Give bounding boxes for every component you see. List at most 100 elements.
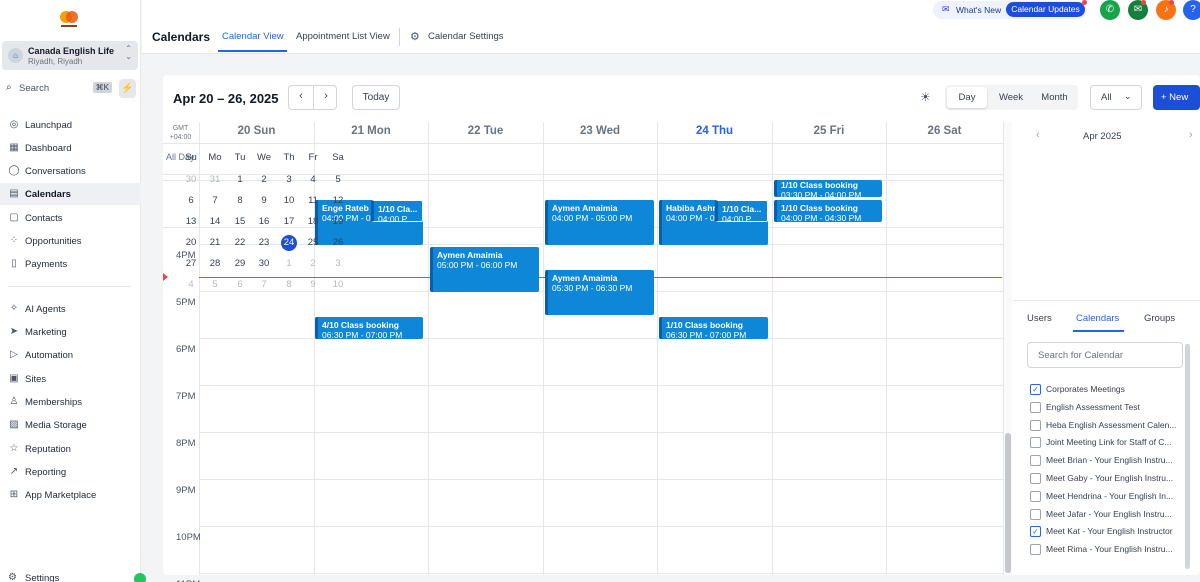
tab-calendar-view[interactable]: Calendar View xyxy=(222,31,284,42)
checkbox-checked-icon[interactable]: ✓ xyxy=(1030,526,1041,538)
calendar-list-item[interactable]: Meet Jafar - Your English Instru... xyxy=(1030,508,1188,522)
day-header-21-mon[interactable]: 21 Mon xyxy=(314,125,428,137)
day-header-20-sun[interactable]: 20 Sun xyxy=(199,125,314,137)
tab-appointment-list-view[interactable]: Appointment List View xyxy=(296,31,390,42)
account-switcher[interactable]: ⌂ Canada English Life Riyadh, Riyadh ⌃ ⌄ xyxy=(2,41,138,70)
mini-day[interactable]: 7 xyxy=(252,277,276,293)
grid-scrollbar-thumb[interactable] xyxy=(1005,433,1011,573)
mini-day[interactable]: 8 xyxy=(277,277,301,293)
day-header-22-tue[interactable]: 22 Tue xyxy=(428,125,543,137)
sidebar-item-marketing[interactable]: ➤ Marketing xyxy=(0,321,141,343)
mini-day[interactable]: 29 xyxy=(228,256,252,272)
tab-calendars[interactable]: Calendars xyxy=(1076,313,1119,324)
calendar-event[interactable]: Aymen Amaimia 05:00 PM - 06:00 PM xyxy=(430,247,539,292)
sidebar-item-dashboard[interactable]: ▦ Dashboard xyxy=(0,137,141,159)
mini-day-selected[interactable]: 24 xyxy=(277,235,301,251)
calendar-event[interactable]: 1/10 Class booking 06:30 PM - 07:00 PM xyxy=(659,317,768,339)
mini-day[interactable]: 22 xyxy=(228,235,252,251)
calendar-event[interactable]: 1/10 Cla... 04:00 P... xyxy=(371,200,423,222)
mini-day[interactable]: 5 xyxy=(203,277,227,293)
mini-day[interactable]: 2 xyxy=(252,172,276,188)
day-header-23-wed[interactable]: 23 Wed xyxy=(543,125,657,137)
mini-day[interactable]: 18 xyxy=(301,214,325,230)
calendar-list-item[interactable]: Heba English Assessment Calen... xyxy=(1030,419,1188,433)
mini-day[interactable]: 14 xyxy=(203,214,227,230)
checkbox-icon[interactable] xyxy=(1030,419,1041,431)
mini-day[interactable]: 26 xyxy=(326,235,350,251)
calendar-list-item[interactable]: Joint Meeting Link for Staff of C... xyxy=(1030,436,1188,450)
mini-day[interactable]: 9 xyxy=(301,277,325,293)
calendar-event[interactable]: 4/10 Class booking 06:30 PM - 07:00 PM xyxy=(315,317,423,339)
checkbox-icon[interactable] xyxy=(1030,490,1041,502)
mini-day[interactable]: 6 xyxy=(179,193,203,209)
mini-day[interactable]: 3 xyxy=(326,256,350,272)
mini-day[interactable]: 13 xyxy=(179,214,203,230)
checkbox-icon[interactable] xyxy=(1030,473,1041,484)
mini-day[interactable]: 7 xyxy=(203,193,227,209)
sidebar-item-ai-agents[interactable]: ✧ AI Agents xyxy=(0,298,141,320)
quick-action-bolt-icon[interactable]: ⚡ xyxy=(119,79,136,98)
calendar-event[interactable]: Aymen Amaimia 04:00 PM - 05:00 PM xyxy=(545,200,654,245)
calendar-event[interactable]: Aymen Amaimia 05:30 PM - 06:30 PM xyxy=(545,270,654,315)
mini-day[interactable]: 31 xyxy=(203,172,227,188)
sidebar-search[interactable]: ⌕ Search ⌘K xyxy=(2,79,112,98)
mini-day[interactable]: 1 xyxy=(277,256,301,272)
calendar-list-item[interactable]: ✓ Meet Kat - Your English Instructor xyxy=(1030,525,1188,539)
mini-day[interactable]: 10 xyxy=(277,193,301,209)
new-event-button[interactable]: + New xyxy=(1153,85,1200,110)
calendar-list-item[interactable]: ✓ Corporates Meetings xyxy=(1030,383,1188,397)
calendar-event[interactable]: 1/10 Cla... 04:00 P... xyxy=(715,200,768,222)
sidebar-item-media-storage[interactable]: ▨ Media Storage xyxy=(0,414,141,436)
checkbox-icon[interactable] xyxy=(1030,455,1041,467)
checkbox-icon[interactable] xyxy=(1030,401,1041,413)
mini-day[interactable]: 3 xyxy=(277,172,301,188)
sidebar-item-automation[interactable]: ▷ Automation xyxy=(0,344,141,366)
day-header-25-fri[interactable]: 25 Fri xyxy=(772,125,886,137)
mini-day[interactable]: 9 xyxy=(252,193,276,209)
mini-day[interactable]: 28 xyxy=(203,256,227,272)
mini-day[interactable]: 23 xyxy=(252,235,276,251)
mini-day[interactable]: 21 xyxy=(203,235,227,251)
sidebar-item-sites[interactable]: ▣ Sites xyxy=(0,368,141,390)
view-week-button[interactable]: Week xyxy=(990,87,1032,108)
mini-day[interactable]: 16 xyxy=(252,214,276,230)
mini-day[interactable]: 17 xyxy=(277,214,301,230)
tab-calendar-settings[interactable]: Calendar Settings xyxy=(428,31,504,42)
sidebar-item-calendars[interactable]: ▤ Calendars xyxy=(0,183,141,205)
mini-day[interactable]: 30 xyxy=(252,256,276,272)
mini-day[interactable]: 10 xyxy=(326,277,350,293)
calendar-event[interactable]: 1/10 Class booking 03:30 PM - 04:00 PM xyxy=(774,180,882,197)
day-header-26-sat[interactable]: 26 Sat xyxy=(886,125,1003,137)
mini-day[interactable]: 19 xyxy=(326,214,350,230)
checkbox-icon[interactable] xyxy=(1030,437,1041,449)
mini-day[interactable]: 5 xyxy=(326,172,350,188)
checkbox-icon[interactable] xyxy=(1030,508,1041,520)
tab-users[interactable]: Users xyxy=(1027,313,1052,324)
mini-prev-month-button[interactable]: ‹ xyxy=(1036,129,1040,141)
calendar-list-item[interactable]: Meet Brian - Your English Instru... xyxy=(1030,454,1188,468)
sidebar-item-app-marketplace[interactable]: ⊞ App Marketplace xyxy=(0,484,141,506)
sidebar-item-launchpad[interactable]: ◎ Launchpad xyxy=(0,114,141,136)
calendar-list-scrollbar[interactable] xyxy=(1185,344,1190,569)
view-month-button[interactable]: Month xyxy=(1033,87,1076,108)
help-icon[interactable]: ? xyxy=(1183,0,1200,20)
mini-day[interactable]: 12 xyxy=(326,193,350,209)
sidebar-item-opportunities[interactable]: ⁘ Opportunities xyxy=(0,230,141,252)
sidebar-item-memberships[interactable]: ♙ Memberships xyxy=(0,391,141,413)
sidebar-item-payments[interactable]: ▯ Payments xyxy=(0,253,141,275)
filter-select[interactable]: All ⌄ xyxy=(1090,85,1142,110)
today-button[interactable]: Today xyxy=(352,85,400,110)
checkbox-icon[interactable] xyxy=(1030,544,1041,556)
mini-day[interactable]: 2 xyxy=(301,256,325,272)
checkbox-checked-icon[interactable]: ✓ xyxy=(1030,384,1041,395)
mini-day[interactable]: 25 xyxy=(301,235,325,251)
mini-day[interactable]: 4 xyxy=(179,277,203,293)
mini-day[interactable]: 6 xyxy=(228,277,252,293)
sidebar-item-settings[interactable]: ⚙ Settings xyxy=(0,571,146,582)
calendar-event[interactable]: 1/10 Class booking 04:00 PM - 04:30 PM xyxy=(774,200,882,222)
calendar-list-item[interactable]: English Assessment Test xyxy=(1030,401,1188,415)
calendar-list-item[interactable]: Meet Hendrina - Your English In... xyxy=(1030,490,1188,504)
sidebar-item-reputation[interactable]: ☆ Reputation xyxy=(0,438,141,460)
phone-icon[interactable]: ✆ xyxy=(1100,0,1120,20)
calendar-updates-button[interactable]: Calendar Updates xyxy=(1006,2,1085,17)
